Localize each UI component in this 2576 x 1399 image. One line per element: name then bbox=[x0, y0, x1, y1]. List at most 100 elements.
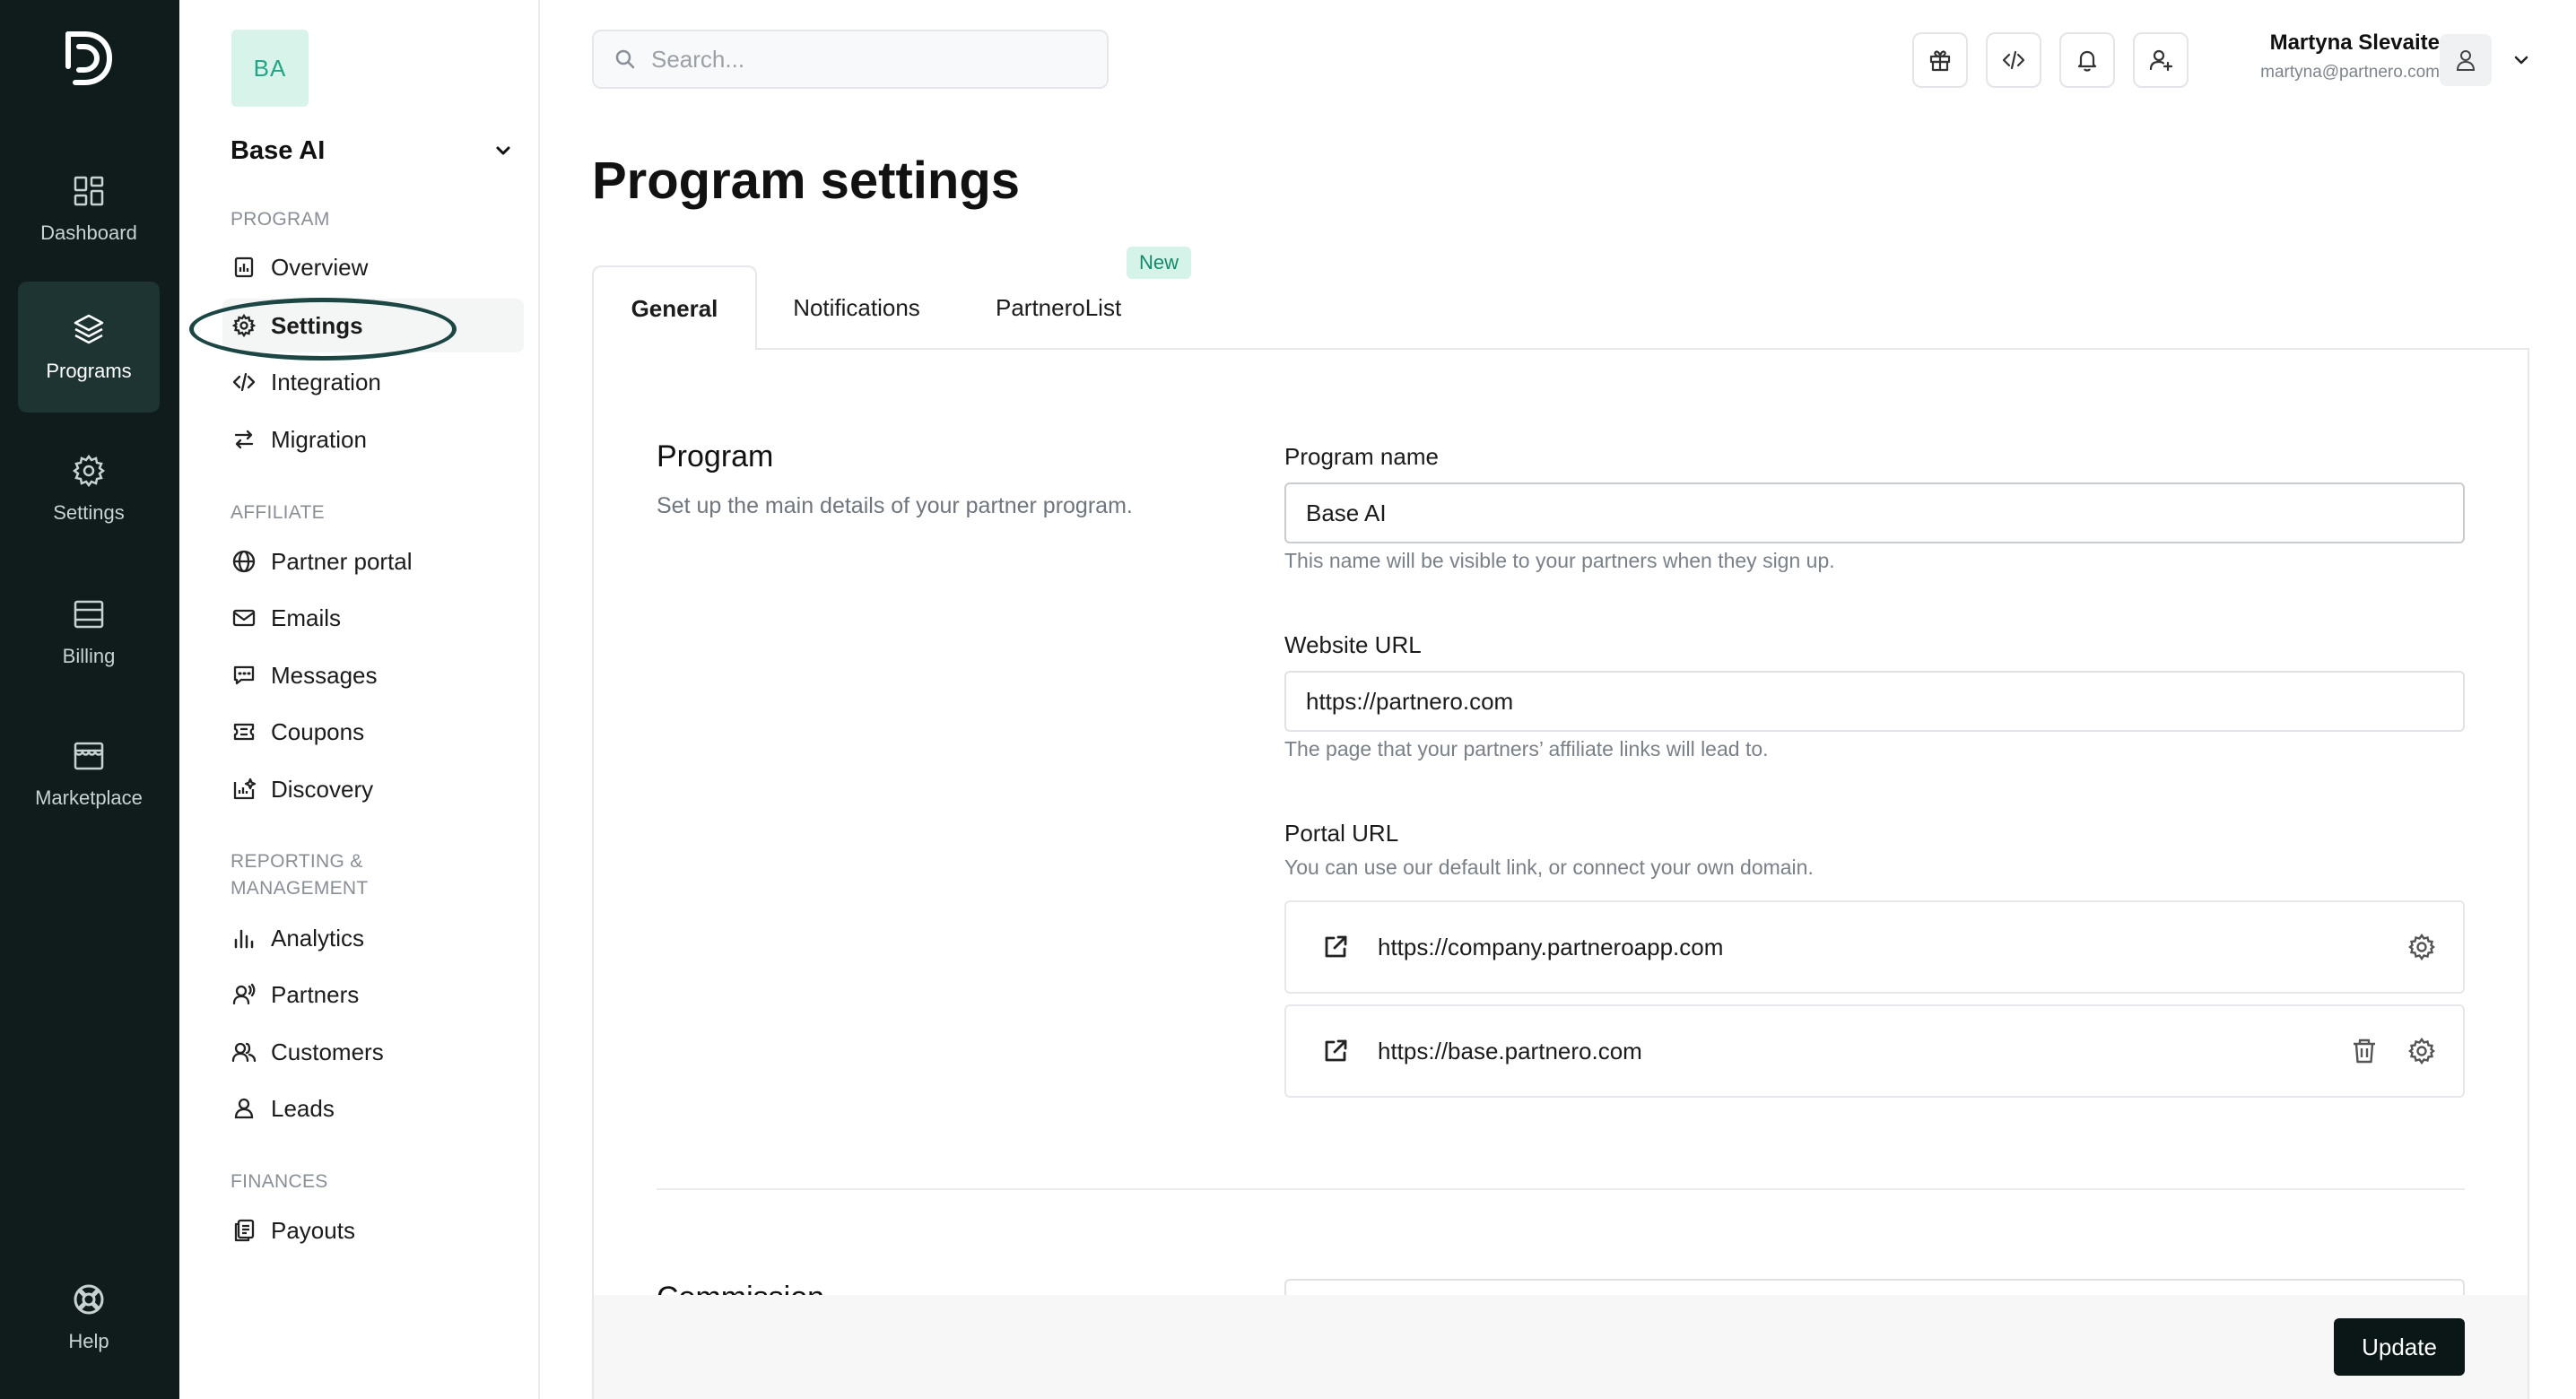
invite-user-button[interactable] bbox=[2133, 32, 2189, 88]
rail-item-settings[interactable]: Settings bbox=[18, 423, 160, 554]
section-label-program: PROGRAM bbox=[231, 209, 330, 230]
sidebar-item-partner-portal[interactable]: Partner portal bbox=[222, 534, 524, 588]
sidebar-item-discovery[interactable]: Discovery bbox=[222, 762, 524, 816]
sidebar-item-migration[interactable]: Migration bbox=[222, 413, 524, 466]
external-link-icon[interactable] bbox=[1320, 932, 1351, 962]
tab-notifications[interactable]: Notifications bbox=[771, 265, 942, 350]
update-button[interactable]: Update bbox=[2334, 1318, 2465, 1376]
search-icon bbox=[614, 48, 637, 71]
user-icon bbox=[231, 1096, 257, 1121]
section-title-commission: Commission bbox=[657, 1281, 824, 1295]
new-badge: New bbox=[1127, 247, 1192, 279]
rail-item-label: Billing bbox=[62, 645, 116, 667]
trash-icon[interactable] bbox=[2348, 1035, 2380, 1067]
search-input[interactable] bbox=[651, 45, 1082, 74]
primary-rail: Dashboard Programs Settings Billing Mark… bbox=[0, 0, 179, 1399]
program-name-input[interactable] bbox=[1284, 482, 2465, 543]
website-url-input[interactable] bbox=[1284, 671, 2465, 732]
portal-url-label: Portal URL bbox=[1284, 820, 1399, 847]
tab-general[interactable]: General bbox=[592, 265, 757, 350]
user-icon bbox=[2453, 48, 2478, 73]
user-name: Martyna Slevaite bbox=[2269, 30, 2440, 55]
sidebar-item-label: Customers bbox=[271, 1038, 384, 1065]
lifebuoy-icon bbox=[71, 1282, 107, 1317]
partnero-logo-icon[interactable] bbox=[63, 27, 115, 90]
portal-url-text: https://base.partnero.com bbox=[1378, 1037, 1642, 1064]
user-email: martyna@partnero.com bbox=[2260, 63, 2440, 82]
user-menu-chevron-down-icon[interactable] bbox=[2510, 48, 2533, 72]
sidebar-item-emails[interactable]: Emails bbox=[222, 591, 524, 645]
sidebar-item-customers[interactable]: Customers bbox=[222, 1025, 524, 1079]
gear-icon[interactable] bbox=[2406, 931, 2438, 963]
sidebar-item-label: Coupons bbox=[271, 717, 365, 745]
sidebar-item-settings[interactable]: Settings bbox=[222, 299, 524, 352]
sidebar-item-coupons[interactable]: Coupons bbox=[222, 705, 524, 759]
portal-url-help: You can use our default link, or connect… bbox=[1284, 856, 1814, 879]
rail-item-label: Help bbox=[68, 1330, 109, 1352]
sidebar-item-label: Messages bbox=[271, 661, 378, 689]
avatar[interactable] bbox=[2440, 34, 2492, 86]
sidebar-item-messages[interactable]: Messages bbox=[222, 648, 524, 702]
gift-button[interactable] bbox=[1912, 32, 1968, 88]
sidebar-item-integration[interactable]: Integration bbox=[222, 355, 524, 409]
rail-item-programs[interactable]: Programs bbox=[18, 282, 160, 413]
sidebar-item-label: Overview bbox=[271, 253, 369, 281]
gear-icon[interactable] bbox=[2406, 1035, 2438, 1067]
sidebar-item-leads[interactable]: Leads bbox=[222, 1082, 524, 1135]
rail-item-label: Dashboard bbox=[40, 222, 137, 244]
website-url-label: Website URL bbox=[1284, 631, 1422, 658]
website-url-help: The page that your partners’ affiliate l… bbox=[1284, 737, 1769, 760]
tab-label: General bbox=[631, 294, 718, 322]
sidebar-item-payouts[interactable]: Payouts bbox=[222, 1203, 524, 1257]
layers-icon bbox=[71, 311, 107, 347]
mail-icon bbox=[231, 605, 257, 630]
external-link-icon[interactable] bbox=[1320, 1036, 1351, 1066]
sidebar-item-label: Partners bbox=[271, 980, 360, 1008]
program-switcher[interactable]: Base AI bbox=[231, 133, 514, 169]
dashboard-icon bbox=[71, 173, 107, 209]
sidebar-item-overview[interactable]: Overview bbox=[222, 240, 524, 294]
user-info[interactable]: Martyna Slevaite martyna@partnero.com bbox=[2260, 30, 2440, 83]
rail-item-billing[interactable]: Billing bbox=[18, 567, 160, 698]
section-title-program: Program bbox=[657, 439, 774, 474]
globe-icon bbox=[231, 549, 257, 574]
sidebar-item-label: Migration bbox=[271, 425, 367, 453]
gift-icon bbox=[1927, 47, 1954, 74]
section-label-reporting: REPORTING & MANAGEMENT bbox=[231, 848, 369, 902]
sidebar-item-partners[interactable]: Partners bbox=[222, 968, 524, 1021]
sidebar-item-label: Emails bbox=[271, 604, 342, 631]
program-name-help: This name will be visible to your partne… bbox=[1284, 549, 1835, 572]
users-icon bbox=[231, 1039, 257, 1064]
rail-item-dashboard[interactable]: Dashboard bbox=[18, 143, 160, 274]
bell-icon bbox=[2074, 47, 2101, 74]
section-label-affiliate: AFFILIATE bbox=[231, 502, 325, 523]
page-title: Program settings bbox=[592, 152, 1020, 210]
chat-icon bbox=[231, 663, 257, 688]
ticket-icon bbox=[231, 719, 257, 744]
portal-url-text: https://company.partneroapp.com bbox=[1378, 933, 1724, 960]
sidebar-item-label: Payouts bbox=[271, 1216, 355, 1244]
code-icon bbox=[231, 369, 257, 395]
notifications-button[interactable] bbox=[2059, 32, 2115, 88]
rail-item-marketplace[interactable]: Marketplace bbox=[18, 708, 160, 839]
developer-button[interactable] bbox=[1986, 32, 2041, 88]
section-description-program: Set up the main details of your partner … bbox=[657, 493, 1133, 518]
gear-icon bbox=[231, 313, 257, 338]
program-name-label: Program name bbox=[1284, 443, 1439, 470]
program-sidebar: BA Base AI PROGRAM Overview Settings Int… bbox=[179, 0, 540, 1399]
billing-icon bbox=[71, 596, 107, 632]
search-box[interactable] bbox=[592, 30, 1109, 89]
swap-arrows-icon bbox=[231, 427, 257, 452]
sparkle-chart-icon bbox=[231, 777, 257, 802]
next-field-peek bbox=[1284, 1279, 2465, 1297]
sidebar-item-label: Partner portal bbox=[271, 547, 413, 575]
add-user-icon bbox=[2147, 47, 2174, 74]
sidebar-item-analytics[interactable]: Analytics bbox=[222, 911, 524, 965]
code-icon bbox=[2000, 47, 2027, 74]
rail-item-help[interactable]: Help bbox=[18, 1252, 160, 1383]
rail-item-label: Programs bbox=[46, 360, 132, 382]
sidebar-item-label: Integration bbox=[271, 368, 381, 395]
program-name: Base AI bbox=[231, 135, 326, 165]
sidebar-item-label: Discovery bbox=[271, 775, 374, 803]
sidebar-item-label: Settings bbox=[271, 311, 363, 339]
